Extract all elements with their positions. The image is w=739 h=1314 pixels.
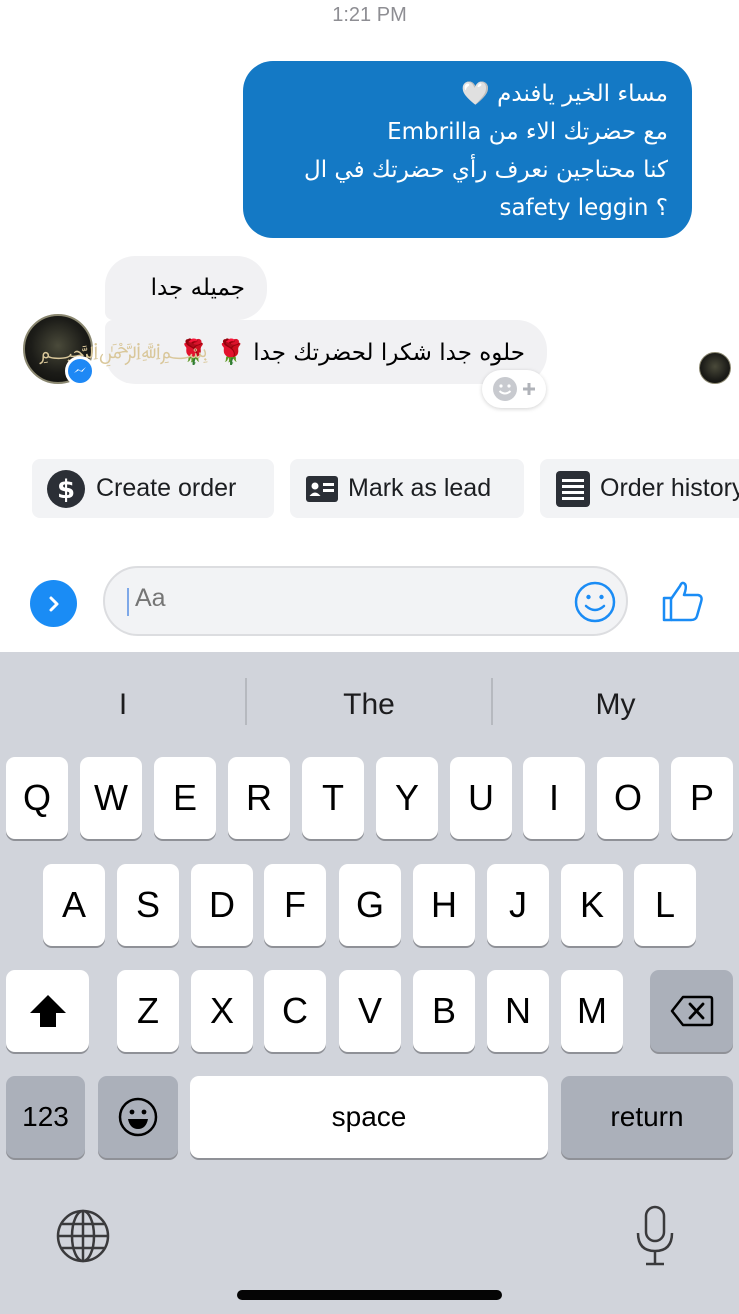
key[interactable]: G — [339, 864, 401, 946]
message-input-field[interactable] — [103, 566, 628, 636]
key[interactable]: I — [523, 757, 585, 839]
onscreen-keyboard: I The My Q W E R T Y U I O P A S D F G H… — [0, 652, 739, 1314]
plus-icon — [523, 383, 535, 395]
emoji-icon — [118, 1097, 158, 1137]
key[interactable]: J — [487, 864, 549, 946]
key[interactable]: L — [634, 864, 696, 946]
key[interactable]: T — [302, 757, 364, 839]
key[interactable]: E — [154, 757, 216, 839]
return-key[interactable]: return — [561, 1076, 733, 1158]
message-text: جميله جدا — [150, 275, 245, 301]
outgoing-message-bubble[interactable]: مساء الخير يافندم 🤍 مع حضرتك الاء من Emb… — [243, 61, 692, 238]
numbers-key[interactable]: 123 — [6, 1076, 85, 1158]
message-line: مع حضرتك الاء من Embrilla — [387, 119, 668, 145]
chip-label: Mark as lead — [348, 474, 492, 502]
quick-actions-bar: $ Create order Mark as lead Order histor… — [32, 459, 739, 518]
key[interactable]: Y — [376, 757, 438, 839]
backspace-icon — [670, 995, 713, 1027]
thumbs-up-icon[interactable] — [660, 578, 706, 624]
message-text: حلوه جدا شكرا لحضرتك جدا — [253, 340, 525, 366]
key[interactable]: Q — [6, 757, 68, 839]
suggestion[interactable]: My — [492, 682, 739, 727]
key[interactable]: R — [228, 757, 290, 839]
message-timestamp: 1:21 PM — [332, 4, 407, 26]
key[interactable]: Z — [117, 970, 179, 1052]
add-reaction-button[interactable] — [482, 370, 546, 408]
microphone-icon[interactable] — [633, 1205, 677, 1267]
list-icon — [556, 470, 590, 507]
key[interactable]: A — [43, 864, 105, 946]
dollar-icon: $ — [47, 469, 85, 508]
home-indicator[interactable] — [237, 1290, 502, 1300]
key[interactable]: N — [487, 970, 549, 1052]
chip-label: Create order — [96, 474, 237, 502]
suggestion[interactable]: The — [246, 682, 492, 727]
emoji-keyboard-key[interactable] — [98, 1076, 178, 1158]
create-order-button[interactable]: $ Create order — [32, 459, 274, 518]
message-input[interactable] — [135, 584, 535, 613]
messenger-badge-icon — [65, 356, 95, 386]
text-cursor — [127, 588, 129, 616]
message-line: كنا محتاجين نعرف رأي حضرتك في ال — [304, 157, 668, 183]
key[interactable]: O — [597, 757, 659, 839]
key[interactable]: S — [117, 864, 179, 946]
incoming-message-bubble[interactable]: جميله جدا — [105, 256, 267, 320]
expand-actions-button[interactable] — [30, 580, 77, 627]
key[interactable]: K — [561, 864, 623, 946]
chip-label: Order history — [600, 474, 739, 502]
mark-as-lead-button[interactable]: Mark as lead — [290, 459, 524, 518]
shift-key[interactable] — [6, 970, 89, 1052]
shift-icon — [29, 995, 66, 1027]
suggestion[interactable]: I — [0, 682, 246, 727]
emoji-icon[interactable] — [573, 580, 617, 624]
message-line: safety leggin ؟ — [499, 195, 668, 221]
order-history-button[interactable]: Order history — [540, 459, 739, 518]
key[interactable]: M — [561, 970, 623, 1052]
key[interactable]: H — [413, 864, 475, 946]
key[interactable]: V — [339, 970, 401, 1052]
key[interactable]: X — [191, 970, 253, 1052]
key[interactable]: B — [413, 970, 475, 1052]
predictive-bar: I The My — [0, 652, 739, 752]
key[interactable]: P — [671, 757, 733, 839]
key[interactable]: U — [450, 757, 512, 839]
message-line: مساء الخير يافندم 🤍 — [461, 81, 668, 107]
delete-key[interactable] — [650, 970, 733, 1052]
smiley-icon — [493, 377, 517, 401]
globe-icon[interactable] — [55, 1208, 111, 1264]
message-composer — [0, 560, 739, 642]
read-receipt-avatar — [699, 352, 731, 384]
key[interactable]: W — [80, 757, 142, 839]
key[interactable]: F — [264, 864, 326, 946]
space-key[interactable]: space — [190, 1076, 548, 1158]
key[interactable]: C — [264, 970, 326, 1052]
key[interactable]: D — [191, 864, 253, 946]
contact-card-icon — [306, 475, 338, 502]
chevron-right-icon — [49, 596, 58, 611]
svg-text:$: $ — [57, 475, 75, 505]
